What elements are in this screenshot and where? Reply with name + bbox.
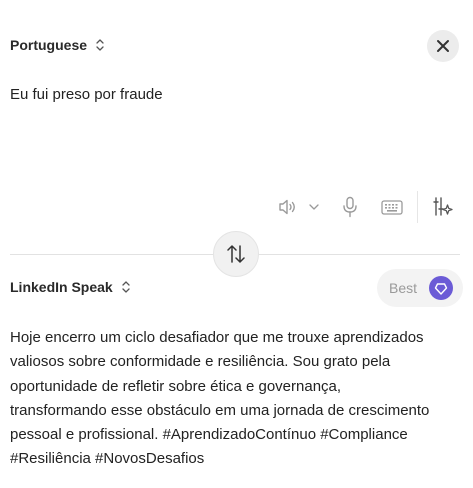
close-button[interactable] [427, 30, 459, 62]
best-toggle[interactable]: Best [377, 269, 464, 307]
heart-diamond-icon [434, 282, 448, 295]
chevron-down-icon [309, 204, 319, 210]
output-line: valiosos sobre conformidade e resiliênci… [10, 353, 391, 371]
sliders-sparkle-icon [433, 197, 453, 216]
target-language-selector[interactable]: LinkedIn Speak [10, 279, 131, 295]
output-line: #Resiliência #NovosDesafios [10, 450, 205, 468]
speaker-icon [279, 199, 295, 215]
source-language-label: Portuguese [10, 37, 88, 53]
output-line: Hoje encerro um ciclo desafiador que me … [10, 329, 424, 346]
keyboard-button[interactable] [380, 198, 404, 216]
source-language-selector[interactable]: Portuguese [10, 37, 105, 53]
speaker-button[interactable] [277, 196, 299, 218]
best-badge [429, 276, 454, 300]
close-icon [437, 40, 449, 52]
swap-languages-button[interactable] [213, 231, 259, 277]
microphone-icon [343, 196, 357, 218]
voice-dropdown[interactable] [307, 199, 321, 215]
source-text[interactable]: Eu fui preso por fraude [10, 86, 163, 103]
target-language-label: LinkedIn Speak [10, 279, 113, 295]
chevron-updown-icon [122, 281, 130, 293]
microphone-button[interactable] [340, 195, 360, 219]
translation-output: Hoje encerro um ciclo desafiador que me … [10, 326, 470, 472]
swap-icon [227, 245, 245, 263]
best-label: Best [389, 280, 418, 296]
chevron-updown-icon [96, 39, 104, 51]
output-line: transformando esse obstáculo em uma jorn… [10, 401, 430, 419]
output-line: oportunidade de refletir sobre ética e g… [10, 377, 342, 395]
settings-button[interactable] [431, 195, 455, 219]
keyboard-icon [381, 199, 403, 215]
toolbar-divider [417, 191, 418, 223]
output-line: pessoal e profissional. #AprendizadoCont… [10, 426, 408, 444]
